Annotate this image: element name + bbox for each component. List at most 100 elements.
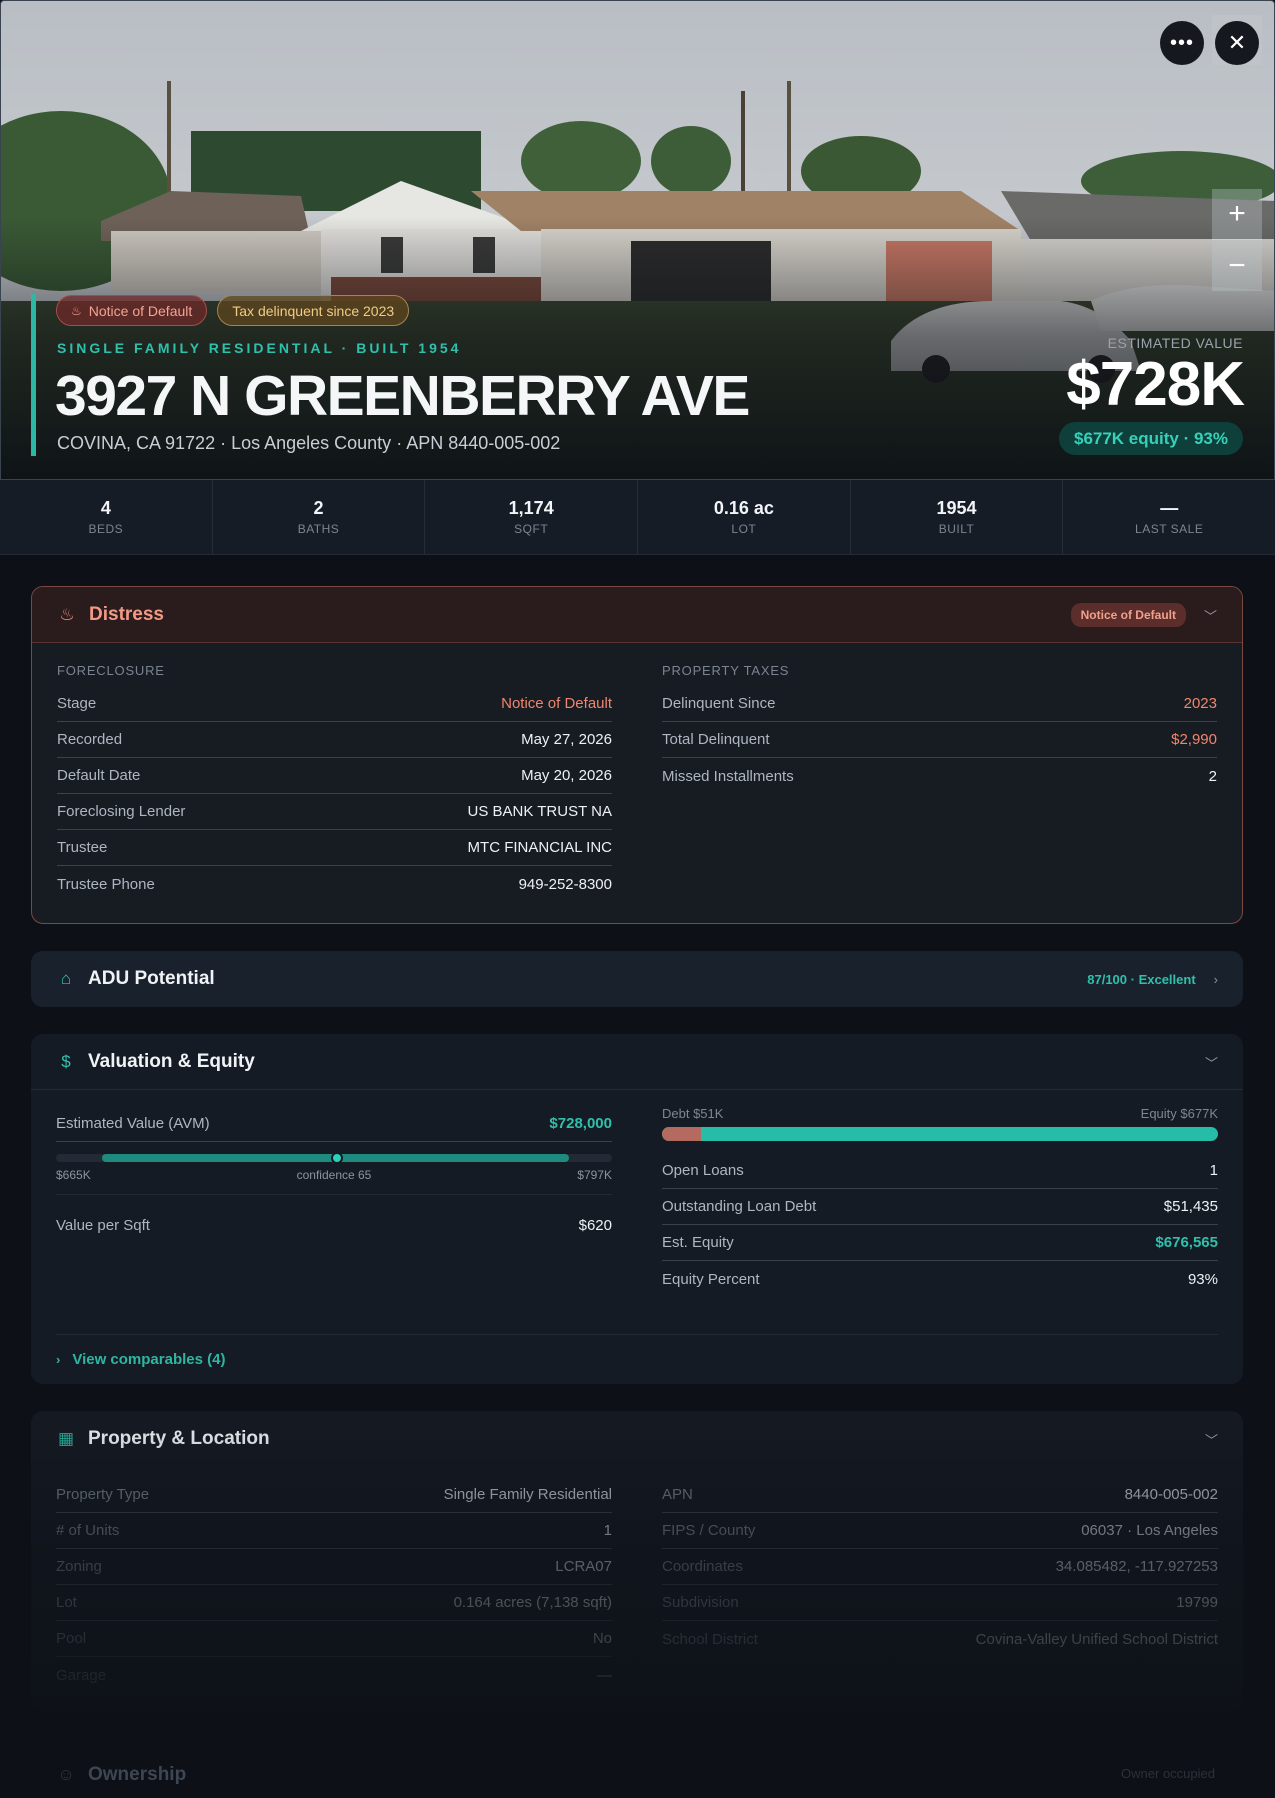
row-value: 06037 · Los Angeles [1081, 1522, 1218, 1539]
ownership-title: Ownership [88, 1764, 187, 1785]
row-key: Recorded [57, 731, 123, 748]
row-value: 2 [1208, 767, 1217, 785]
detail-row: Coordinates 34.085482, -117.927253 [662, 1549, 1218, 1585]
user-icon: ☺ [57, 1765, 75, 1784]
row-key: Trustee [57, 839, 108, 856]
row-value: $728,000 [549, 1115, 612, 1132]
stats-bar: 4 BEDS 2 BATHS 1,174 SQFT 0.16 ac LOT 1954 BU… [0, 480, 1275, 555]
row-key: Pool [56, 1630, 87, 1647]
estimated-value: $728K [1066, 350, 1245, 419]
avm-section: Estimated Value (AVM) $728,000 $665K conf… [56, 1106, 612, 1297]
equity-pill: $677K equity · 93% [1058, 422, 1243, 455]
row-key: School District [662, 1630, 758, 1648]
equity-label: Equity $677K [1140, 1106, 1218, 1121]
valuation-title: Valuation & Equity [88, 1050, 255, 1072]
property-subtype: SINGLE FAMILY RESIDENTIAL · BUILT 1954 [57, 340, 462, 356]
confidence-range-bar [56, 1152, 612, 1164]
distress-card: ♨ Distress Notice of Default ﹀ FORECLOSU… [31, 586, 1243, 924]
range-low: $665K [56, 1168, 91, 1182]
detail-row: # of Units 1 [56, 1513, 612, 1549]
detail-row: Outstanding Loan Debt $51,435 [662, 1189, 1218, 1225]
detail-row: Total Delinquent $2,990 [662, 722, 1217, 758]
view-comparables-link[interactable]: › View comparables (4) [56, 1334, 1218, 1368]
row-key: # of Units [56, 1522, 120, 1539]
row-value: No [592, 1630, 612, 1647]
stat-lot: 0.16 ac LOT [638, 480, 851, 554]
close-button[interactable]: ✕ [1215, 21, 1259, 65]
row-value: Notice of Default [501, 695, 612, 712]
adu-potential-card[interactable]: ⌂ ADU Potential 87/100 · Excellent › [31, 951, 1243, 1007]
flame-icon: ♨ [59, 604, 75, 624]
detail-row: Trustee MTC FINANCIAL INC [57, 830, 612, 866]
zoom-out-button[interactable]: − [1212, 240, 1262, 291]
row-value: — [597, 1666, 612, 1684]
stat-beds: 4 BEDS [0, 480, 213, 554]
stat-value: 1954 [936, 498, 977, 518]
property-title: Property & Location [88, 1428, 270, 1449]
row-key: Estimated Value (AVM) [56, 1115, 210, 1132]
row-value: Covina-Valley Unified School District [975, 1630, 1218, 1648]
detail-row: FIPS / County 06037 · Los Angeles [662, 1513, 1218, 1549]
row-value: 2023 [1183, 695, 1217, 712]
home-icon: ⌂ [60, 969, 72, 988]
row-key: Missed Installments [662, 767, 794, 785]
adu-title: ADU Potential [88, 968, 215, 989]
chevron-right-icon[interactable]: › [1214, 972, 1218, 987]
distress-header[interactable]: ♨ Distress Notice of Default ﹀ [32, 587, 1242, 643]
building-icon: ▦ [57, 1429, 75, 1448]
close-icon: ✕ [1227, 30, 1247, 55]
hero-accent-bar [31, 294, 36, 456]
property-header[interactable]: ▦ Property & Location ﹀ [31, 1411, 1243, 1467]
chevron-down-icon[interactable]: ﹀ [1205, 1430, 1218, 1449]
debt-equity-labels: Debt $51K Equity $677K [662, 1106, 1218, 1121]
row-key: Outstanding Loan Debt [662, 1198, 817, 1215]
detail-row: Subdivision 19799 [662, 1585, 1218, 1621]
row-key: Zoning [56, 1558, 102, 1575]
zoom-in-button[interactable]: + [1212, 189, 1262, 240]
ownership-header[interactable]: ☺ Ownership [56, 1764, 186, 1786]
detail-row: Trustee Phone 949-252-8300 [57, 866, 612, 902]
more-options-button[interactable]: ••• [1160, 21, 1204, 65]
row-value: US BANK TRUST NA [467, 803, 612, 820]
status-badge: Notice of Default [1070, 603, 1186, 627]
row-value: $51,435 [1163, 1198, 1218, 1215]
chevron-down-icon[interactable]: ﹀ [1204, 606, 1217, 625]
foreclosure-section: FORECLOSURE Stage Notice of Default Recor… [57, 663, 612, 902]
row-key: Total Delinquent [662, 731, 770, 748]
street-view-hero[interactable]: ••• ✕ + − ♨ Notice of Default Tax delinq… [0, 0, 1275, 480]
row-key: Lot [56, 1594, 77, 1611]
badge-notice-of-default: ♨ Notice of Default [56, 295, 208, 326]
row-value: 8440-005-002 [1124, 1486, 1218, 1503]
detail-row: Open Loans 1 [662, 1153, 1218, 1189]
stat-value: 1,174 [508, 498, 554, 518]
row-value: LCRA07 [555, 1558, 612, 1575]
row-key: Property Type [56, 1486, 150, 1503]
ownership-status: Owner occupied [1121, 1766, 1215, 1781]
ellipsis-icon: ••• [1169, 31, 1194, 54]
confidence-score: confidence 65 [296, 1168, 372, 1182]
row-value: 1 [1209, 1162, 1218, 1179]
valuation-header[interactable]: $ Valuation & Equity ﹀ [31, 1034, 1243, 1090]
stat-value: — [1160, 498, 1179, 518]
row-key: Foreclosing Lender [57, 803, 186, 820]
detail-row: Delinquent Since 2023 [662, 686, 1217, 722]
stat-last-sale: — LAST SALE [1063, 480, 1275, 554]
row-key: Coordinates [662, 1558, 743, 1575]
property-subaddress: COVINA, CA 91722 · Los Angeles County · … [57, 433, 561, 453]
detail-row: Pool No [56, 1621, 612, 1657]
adu-score: 87/100 · Excellent [1087, 971, 1196, 987]
section-label: PROPERTY TAXES [662, 663, 790, 678]
row-key: Delinquent Since [662, 695, 776, 712]
detail-row: Value per Sqft $620 [56, 1195, 612, 1255]
row-value: 0.164 acres (7,138 sqft) [453, 1594, 612, 1611]
adu-header[interactable]: ⌂ ADU Potential 87/100 · Excellent › [31, 951, 1243, 1007]
avm-marker [331, 1152, 343, 1164]
detail-row: Foreclosing Lender US BANK TRUST NA [57, 794, 612, 830]
property-left-column: Property Type Single Family Residential #… [56, 1477, 612, 1693]
row-value: $2,990 [1171, 731, 1217, 748]
row-value: Single Family Residential [443, 1486, 612, 1503]
row-key: Subdivision [662, 1594, 739, 1611]
row-key: Value per Sqft [56, 1216, 150, 1234]
distress-title: Distress [89, 603, 164, 625]
chevron-down-icon[interactable]: ﹀ [1205, 1053, 1218, 1072]
